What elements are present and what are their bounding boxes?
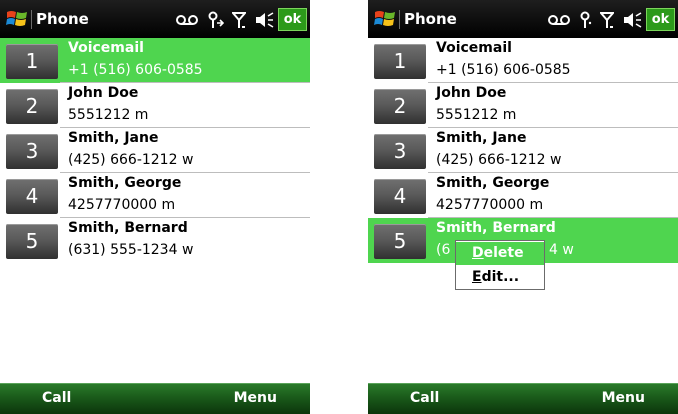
- speed-dial-number: 2: [6, 89, 58, 124]
- contact-phone-partial-right: 4 w: [549, 242, 574, 258]
- contact-name: Smith, George: [68, 175, 182, 191]
- phone-screen-left: Phone ok 1 Voicemail +1 (516) 606-0585 2…: [0, 0, 310, 414]
- contact-row[interactable]: 4 Smith, George 4257770000 m: [368, 173, 678, 218]
- menu-softkey[interactable]: Menu: [602, 390, 645, 406]
- contact-phone: 4257770000 m: [68, 197, 176, 213]
- contact-name: Voicemail: [436, 40, 512, 56]
- contact-row[interactable]: 3 Smith, Jane (425) 666-1212 w: [0, 128, 310, 173]
- title-bar: Phone ok: [0, 0, 310, 38]
- contact-phone: (425) 666-1212 w: [436, 152, 562, 168]
- contact-name: Smith, Jane: [436, 130, 527, 146]
- edit-label-rest: dit...: [481, 269, 520, 285]
- contact-phone-partial-left: (6: [436, 242, 451, 258]
- speed-dial-list: 1 Voicemail +1 (516) 606-0585 2 John Doe…: [368, 38, 678, 263]
- contact-phone: 5551212 m: [436, 107, 517, 123]
- soft-key-bar: Call Menu: [0, 383, 310, 414]
- speed-dial-number: 1: [374, 44, 426, 79]
- delete-hotkey: D: [472, 245, 484, 261]
- windows-start-icon[interactable]: [6, 9, 28, 29]
- connectivity-icon[interactable]: [206, 11, 224, 29]
- soft-key-bar: Call Menu: [368, 383, 678, 414]
- contact-phone: +1 (516) 606-0585: [436, 62, 571, 78]
- contact-name: Smith, Jane: [68, 130, 159, 146]
- contact-name: John Doe: [68, 85, 139, 101]
- speed-dial-number: 5: [374, 224, 426, 259]
- voicemail-icon[interactable]: [548, 14, 570, 26]
- contact-row[interactable]: 2 John Doe 5551212 m: [0, 83, 310, 128]
- edit-hotkey: E: [472, 269, 482, 285]
- speed-dial-number: 3: [374, 134, 426, 169]
- contact-phone: 5551212 m: [68, 107, 149, 123]
- contact-row[interactable]: 1 Voicemail +1 (516) 606-0585: [0, 38, 310, 83]
- speaker-icon[interactable]: [622, 12, 642, 28]
- menu-softkey[interactable]: Menu: [234, 390, 277, 406]
- status-icons: [176, 10, 274, 30]
- contact-name: Smith, Bernard: [68, 220, 188, 236]
- contact-row[interactable]: 2 John Doe 5551212 m: [368, 83, 678, 128]
- speed-dial-number: 5: [6, 224, 58, 259]
- contact-name: Voicemail: [68, 40, 144, 56]
- delete-label-rest: elete: [483, 245, 524, 261]
- signal-icon[interactable]: [600, 11, 614, 29]
- signal-icon[interactable]: [232, 11, 246, 29]
- contact-phone: (631) 555-1234 w: [68, 242, 194, 258]
- title-separator: [399, 10, 400, 29]
- contact-row[interactable]: 3 Smith, Jane (425) 666-1212 w: [368, 128, 678, 173]
- context-menu: Delete Edit...: [455, 240, 545, 290]
- windows-start-icon[interactable]: [374, 9, 396, 29]
- ok-button[interactable]: ok: [646, 8, 675, 31]
- call-softkey[interactable]: Call: [410, 390, 439, 406]
- edit-menu-item[interactable]: Edit...: [456, 266, 544, 289]
- title-bar: Phone ok: [368, 0, 678, 38]
- speaker-icon[interactable]: [254, 12, 274, 28]
- contact-row[interactable]: 5 Smith, Bernard (631) 555-1234 w: [0, 218, 310, 263]
- speed-dial-list: 1 Voicemail +1 (516) 606-0585 2 John Doe…: [0, 38, 310, 263]
- contact-phone: (425) 666-1212 w: [68, 152, 194, 168]
- voicemail-icon[interactable]: [176, 14, 198, 26]
- speed-dial-number: 3: [6, 134, 58, 169]
- app-title: Phone: [36, 10, 89, 28]
- contact-phone: 4257770000 m: [436, 197, 544, 213]
- contact-row[interactable]: 1 Voicemail +1 (516) 606-0585: [368, 38, 678, 83]
- speed-dial-number: 4: [374, 179, 426, 214]
- status-icons: [548, 10, 642, 30]
- phone-screen-right: Phone ok 1 Voicemail +1 (516) 606-0585 2…: [368, 0, 678, 414]
- speed-dial-number: 1: [6, 44, 58, 79]
- delete-menu-item[interactable]: Delete: [456, 242, 544, 265]
- speed-dial-number: 4: [6, 179, 58, 214]
- contact-name: John Doe: [436, 85, 507, 101]
- contact-name: Smith, Bernard: [436, 220, 556, 236]
- app-title: Phone: [404, 10, 457, 28]
- contact-name: Smith, George: [436, 175, 550, 191]
- contact-row[interactable]: 4 Smith, George 4257770000 m: [0, 173, 310, 218]
- connectivity-icon[interactable]: [578, 11, 592, 29]
- speed-dial-number: 2: [374, 89, 426, 124]
- title-separator: [31, 10, 32, 29]
- ok-button[interactable]: ok: [278, 8, 307, 31]
- call-softkey[interactable]: Call: [42, 390, 71, 406]
- contact-phone: +1 (516) 606-0585: [68, 62, 203, 78]
